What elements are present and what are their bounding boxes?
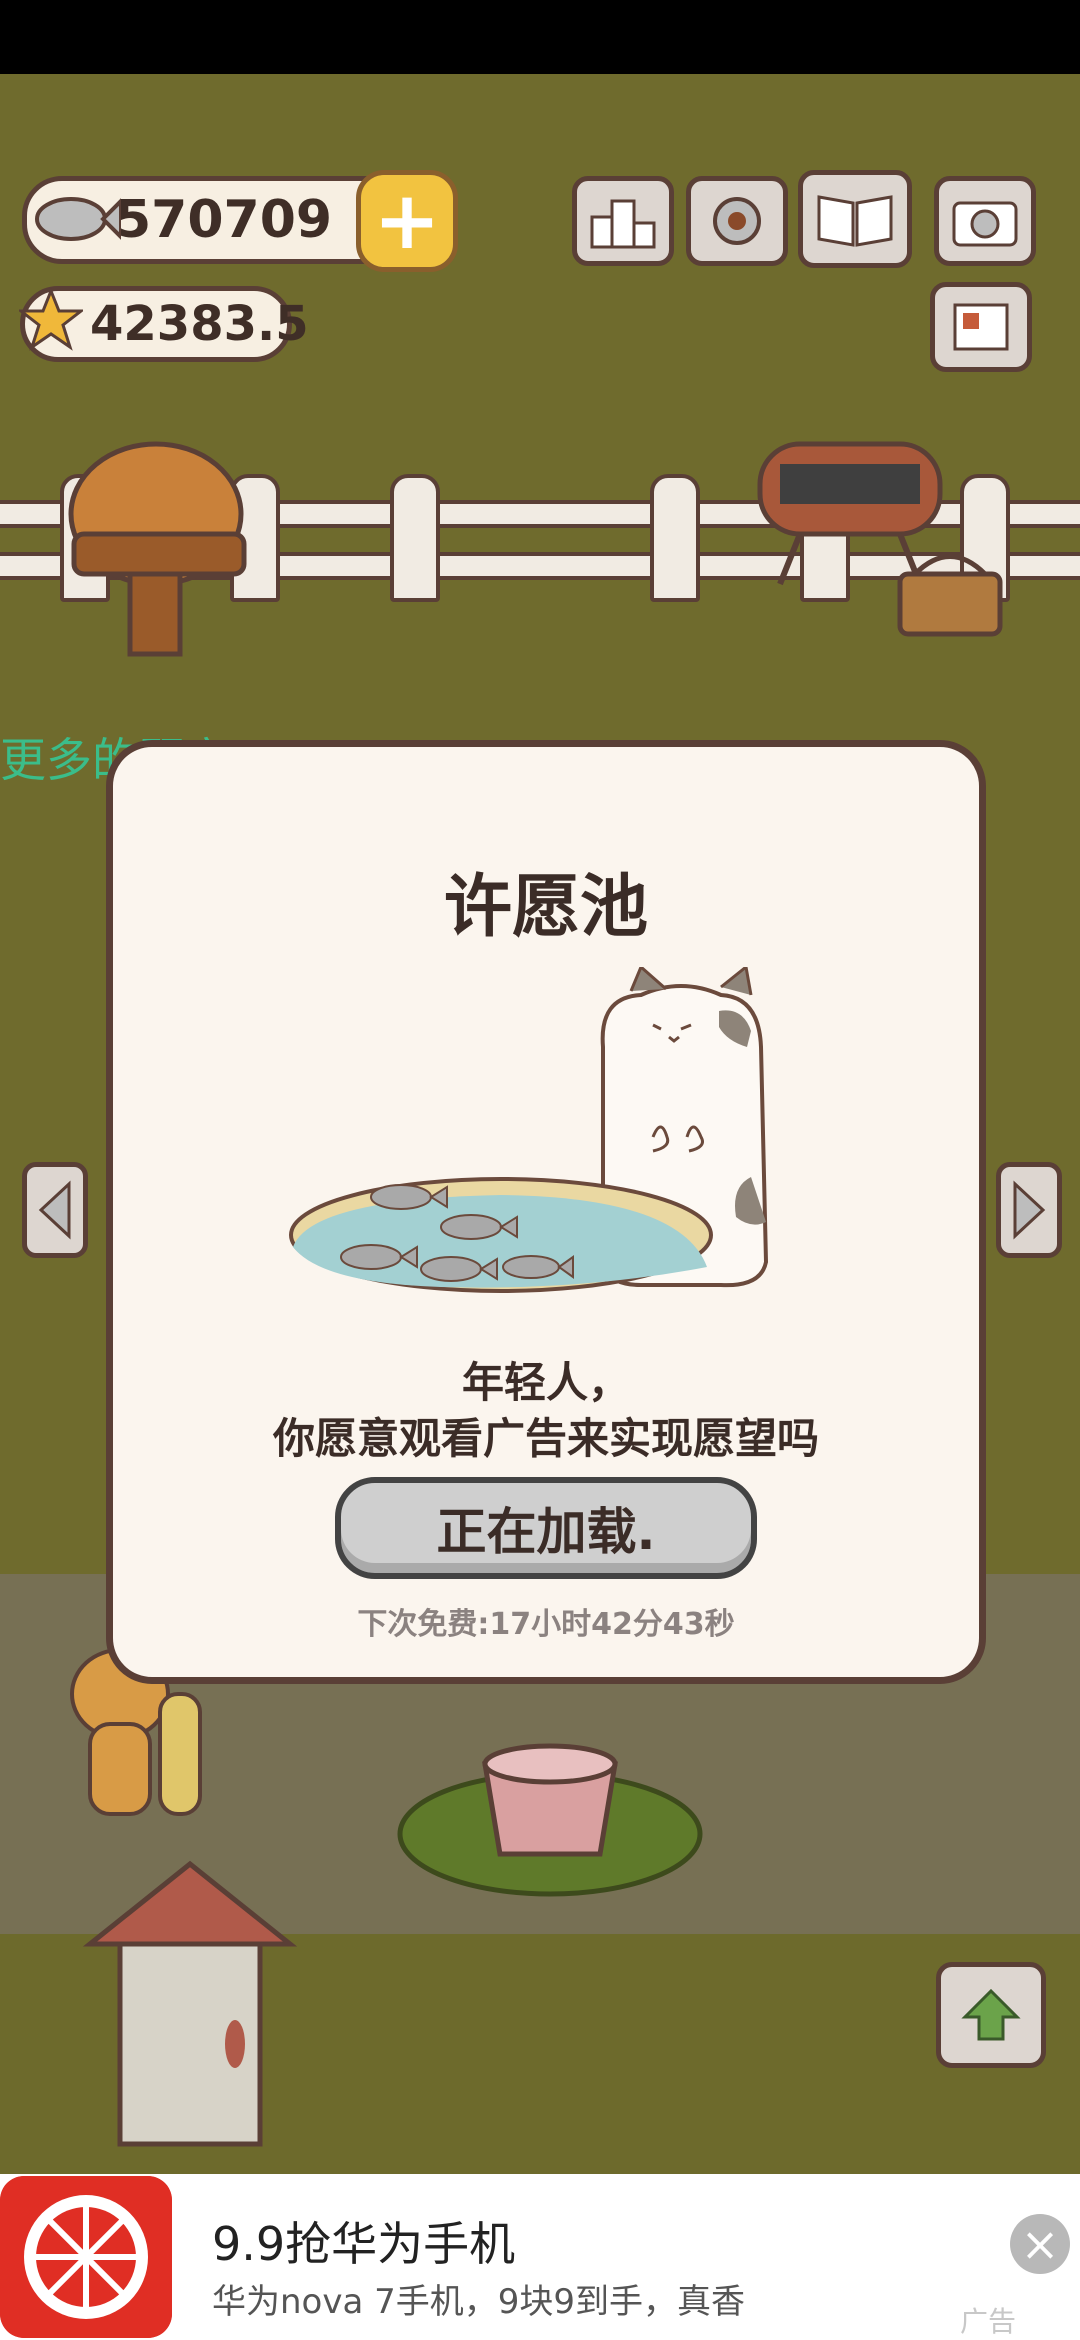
up-arrow-icon <box>961 1988 1021 2041</box>
star-icon <box>19 287 83 351</box>
pumpkin-mailbox[interactable] <box>64 434 254 664</box>
newspaper-icon <box>953 303 1009 351</box>
upgrade-button[interactable] <box>936 1962 1046 2068</box>
leaderboard-button[interactable] <box>572 176 674 266</box>
close-icon: × <box>1020 2217 1060 2271</box>
fish-icon <box>35 197 121 241</box>
book-icon <box>817 195 893 247</box>
star-counter: 42383.5 <box>19 286 309 362</box>
camera-icon <box>952 201 1018 247</box>
chevron-right-icon <box>1013 1180 1046 1240</box>
wishing-well-dialog: 许愿池 年轻人， 你愿意观看广告来实现愿望吗 正在加载. 下次免费:17小时42… <box>106 740 986 1684</box>
dialog-message-line2: 你愿意观看广告来实现愿望吗 <box>272 1414 819 1463</box>
ad-banner[interactable]: 9.9抢华为手机 华为nova 7手机，9块9到手，真香 × 广告 <box>0 2174 1080 2340</box>
birdhouse[interactable] <box>80 1854 300 2174</box>
ad-title: 9.9抢华为手机 <box>212 2217 516 2271</box>
newspaper-button[interactable] <box>930 282 1032 372</box>
add-fish-button[interactable]: + <box>356 170 458 272</box>
ad-tag: 广告 <box>960 2305 1017 2338</box>
gear-icon <box>713 197 761 245</box>
catbook-button[interactable] <box>798 170 912 268</box>
camera-button[interactable] <box>934 176 1036 266</box>
ad-app-logo <box>0 2176 172 2338</box>
next-free-timer: 下次免费:17小时42分43秒 <box>357 1607 735 1642</box>
cat-pond-illustration <box>289 967 769 1293</box>
settings-button[interactable] <box>686 176 788 266</box>
teacup-fountain[interactable] <box>390 1664 710 1904</box>
dialog-message-line1: 年轻人， <box>461 1358 630 1407</box>
chevron-left-icon <box>38 1180 71 1240</box>
dialog-message: 年轻人， 你愿意观看广告来实现愿望吗 <box>113 1355 979 1467</box>
prev-arrow-button[interactable] <box>22 1162 88 1258</box>
dialog-title: 许愿池 <box>443 868 648 947</box>
plus-icon: + <box>373 174 441 267</box>
next-arrow-button[interactable] <box>996 1162 1062 1258</box>
picnic-basket[interactable] <box>890 544 1030 654</box>
ad-close-button[interactable]: × <box>1010 2214 1070 2274</box>
podium-icon <box>590 199 656 249</box>
fish-count: 570709 <box>115 190 333 250</box>
ad-subtitle: 华为nova 7手机，9块9到手，真香 <box>212 2282 746 2322</box>
watch-ad-button[interactable]: 正在加载. <box>335 1477 757 1579</box>
star-count: 42383.5 <box>90 296 309 352</box>
status-bar <box>0 0 1080 74</box>
